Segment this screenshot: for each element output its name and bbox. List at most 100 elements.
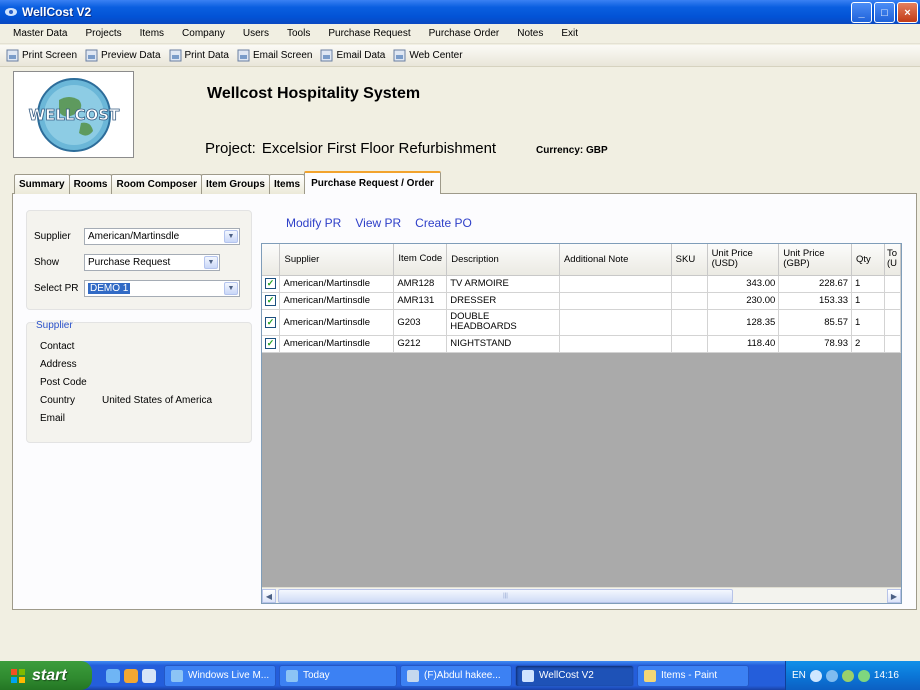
supplier-details-group: Supplier Contact Address Post Code Count… xyxy=(26,320,252,443)
checked-checkbox[interactable]: ✓ xyxy=(265,295,276,306)
col-header-qty[interactable]: Qty xyxy=(851,244,885,276)
menu-tools[interactable]: Tools xyxy=(278,28,319,39)
scroll-right-icon[interactable]: ▶ xyxy=(887,589,901,603)
menu-users[interactable]: Users xyxy=(234,28,278,39)
col-header-item-code[interactable]: Item Code xyxy=(393,244,448,276)
additional-note-cell[interactable] xyxy=(559,292,672,310)
task-wellcost[interactable]: WellCost V2 xyxy=(515,664,634,687)
network-icon[interactable] xyxy=(825,669,838,682)
table-row[interactable]: ✓ American/Martinsdle G203 DOUBLE HEADBO… xyxy=(262,309,901,336)
view-pr-link[interactable]: View PR xyxy=(355,216,401,230)
select-pr-dropdown[interactable]: DEMO 1 ▼ xyxy=(84,280,240,297)
chevron-left-icon[interactable] xyxy=(809,669,822,682)
row-checkbox-cell[interactable]: ✓ xyxy=(262,292,281,310)
task-windows-live[interactable]: Windows Live M... xyxy=(164,664,276,687)
outlook-icon[interactable] xyxy=(124,668,138,683)
create-po-link[interactable]: Create PO xyxy=(415,216,472,230)
close-button[interactable]: × xyxy=(897,2,918,23)
table-row[interactable]: ✓ American/Martinsdle G212 NIGHTSTAND 11… xyxy=(262,335,901,353)
col-header-additional-note[interactable]: Additional Note xyxy=(559,244,672,276)
table-row[interactable]: ✓ American/Martinsdle AMR131 DRESSER 230… xyxy=(262,292,901,310)
language-indicator[interactable]: EN xyxy=(792,670,806,681)
menu-projects[interactable]: Projects xyxy=(76,28,130,39)
action-links: Modify PR View PR Create PO xyxy=(286,216,472,230)
task-today[interactable]: Today xyxy=(279,664,397,687)
tab-room-composer[interactable]: Room Composer xyxy=(111,174,203,194)
additional-note-cell[interactable] xyxy=(559,309,672,336)
country-label: Country xyxy=(40,395,76,406)
tab-item-groups[interactable]: Item Groups xyxy=(201,174,270,194)
col-header-unit-price-usd[interactable]: Unit Price (USD) xyxy=(707,244,780,276)
col-header-supplier[interactable]: Supplier xyxy=(279,244,395,276)
additional-note-cell[interactable] xyxy=(559,335,672,353)
task-paint[interactable]: Items - Paint xyxy=(637,664,749,687)
system-title: Wellcost Hospitality System xyxy=(207,85,421,102)
col-header-sku[interactable]: SKU xyxy=(671,244,708,276)
web-center-button[interactable]: Web Center xyxy=(389,49,466,62)
today-icon xyxy=(286,669,298,682)
task-label: Items - Paint xyxy=(661,670,718,681)
chat-icon xyxy=(407,669,419,682)
additional-note-cell[interactable] xyxy=(559,275,672,293)
total-cell xyxy=(884,335,901,353)
menu-items[interactable]: Items xyxy=(131,28,173,39)
user-status-icon[interactable] xyxy=(857,669,870,682)
taskbar: start Windows Live M... Today (F)Abdul h… xyxy=(0,661,920,690)
modify-pr-link[interactable]: Modify PR xyxy=(286,216,341,230)
scrollbar-thumb[interactable]: ||| xyxy=(278,589,733,603)
select-pr-label: Select PR xyxy=(34,283,79,294)
email-data-button[interactable]: Email Data xyxy=(316,49,389,62)
menu-company[interactable]: Company xyxy=(173,28,234,39)
start-button[interactable]: start xyxy=(0,661,92,690)
maximize-button[interactable]: □ xyxy=(874,2,895,23)
menu-notes[interactable]: Notes xyxy=(508,28,552,39)
supplier-select[interactable]: American/Martinsdle ▼ xyxy=(84,228,240,245)
scroll-left-icon[interactable]: ◀ xyxy=(262,589,276,603)
preview-data-label: Preview Data xyxy=(101,50,161,61)
preview-data-button[interactable]: Preview Data xyxy=(81,49,164,62)
item-code-cell: G212 xyxy=(393,335,448,353)
menu-purchase-request[interactable]: Purchase Request xyxy=(319,28,419,39)
tab-items[interactable]: Items xyxy=(268,174,306,194)
print-screen-button[interactable]: Print Screen xyxy=(2,49,81,62)
horizontal-scrollbar[interactable]: ◀ ||| ▶ xyxy=(262,587,901,603)
total-cell xyxy=(884,275,901,293)
email-screen-button[interactable]: Email Screen xyxy=(233,49,316,62)
tab-purchase-request-order[interactable]: Purchase Request / Order xyxy=(304,171,441,194)
checked-checkbox[interactable]: ✓ xyxy=(265,316,276,328)
item-code-cell: G203 xyxy=(393,309,448,336)
tab-summary[interactable]: Summary xyxy=(14,174,70,194)
row-checkbox-cell[interactable]: ✓ xyxy=(262,335,281,353)
row-checkbox-cell[interactable]: ✓ xyxy=(262,309,281,336)
post-code-label: Post Code xyxy=(40,377,87,388)
menu-master-data[interactable]: Master Data xyxy=(4,28,76,39)
col-header-total[interactable]: To (U xyxy=(884,244,901,276)
supplier-select-value: American/Martinsdle xyxy=(88,231,180,242)
print-data-button[interactable]: Print Data xyxy=(165,49,233,62)
print-screen-icon xyxy=(6,49,19,62)
task-abdul-hakeem[interactable]: (F)Abdul hakee... xyxy=(400,664,512,687)
col-header-description[interactable]: Description xyxy=(446,244,560,276)
preview-data-icon xyxy=(85,49,98,62)
col-header-select[interactable] xyxy=(262,244,281,276)
checked-checkbox[interactable]: ✓ xyxy=(265,278,276,289)
menu-exit[interactable]: Exit xyxy=(552,28,587,39)
checked-checkbox[interactable]: ✓ xyxy=(265,338,276,349)
supplier-filter-label: Supplier xyxy=(34,231,71,242)
task-label: WellCost V2 xyxy=(539,670,594,681)
show-select-value: Purchase Request xyxy=(88,257,171,268)
sku-cell xyxy=(671,275,708,293)
show-select[interactable]: Purchase Request ▼ xyxy=(84,254,220,271)
col-header-unit-price-gbp[interactable]: Unit Price (GBP) xyxy=(778,244,853,276)
minimize-button[interactable]: _ xyxy=(851,2,872,23)
sku-cell xyxy=(671,309,708,336)
internet-explorer-icon[interactable] xyxy=(106,668,120,683)
desktop-icon[interactable] xyxy=(142,668,156,683)
email-screen-icon xyxy=(237,49,250,62)
messenger-icon[interactable] xyxy=(841,669,854,682)
items-table: Supplier Item Code Description Additiona… xyxy=(262,244,901,353)
menu-purchase-order[interactable]: Purchase Order xyxy=(420,28,509,39)
table-row[interactable]: ✓ American/Martinsdle AMR128 TV ARMOIRE … xyxy=(262,275,901,293)
tab-rooms[interactable]: Rooms xyxy=(68,174,113,194)
row-checkbox-cell[interactable]: ✓ xyxy=(262,275,281,293)
